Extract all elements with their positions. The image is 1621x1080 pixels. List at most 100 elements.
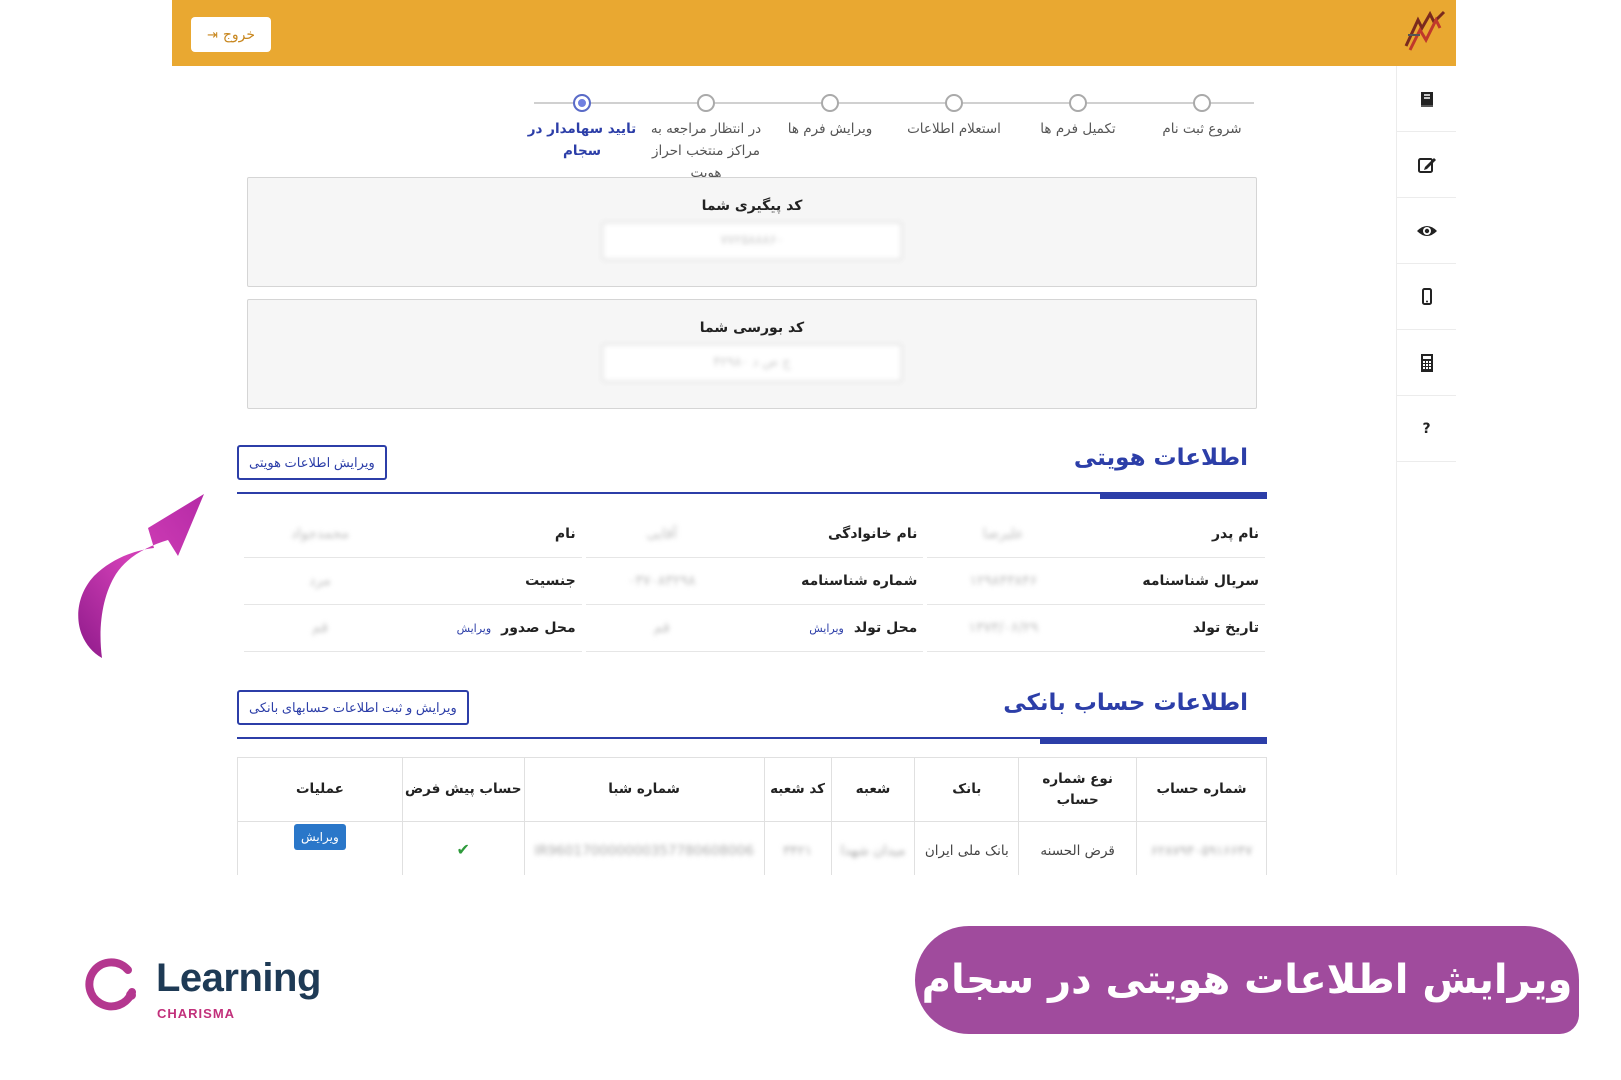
field-label-text: تاریخ تولد xyxy=(1192,620,1260,636)
identity-cell: محل تولد ویرایش قم xyxy=(585,605,924,652)
column-header: عملیات xyxy=(237,757,403,822)
field-label-text: جنسیت xyxy=(525,573,576,589)
rail-item-mobile[interactable] xyxy=(1397,264,1456,330)
sejam-screenshot: خروج ⇥ ? شروع ثبت نام تکمیل فرم ها استعل… xyxy=(172,0,1456,875)
identity-row: محل صدور ویرایش قم محل تولد ویرایش قم تاریخ … xyxy=(242,605,1267,652)
rail-item-help[interactable]: ? xyxy=(1397,396,1456,462)
field-label: محل صدور ویرایش xyxy=(457,620,576,636)
identity-cell: محل صدور ویرایش قم xyxy=(244,605,582,652)
account-number-cell: ۶۲۸۷۹۴۰۵۹۱۶۶۴۷ xyxy=(1136,821,1267,875)
edit-identity-button[interactable]: ویرایش اطلاعات هویتی xyxy=(237,445,387,480)
field-value: ۰۳۷۰۸۳۲۹۸ xyxy=(627,573,696,589)
account-type-cell: قرض الحسنه xyxy=(1018,821,1138,875)
sheba-cell: IR960170000000357780608006 xyxy=(523,821,765,875)
edit-issue-place-link[interactable]: ویرایش xyxy=(457,622,492,635)
tracking-code-title: کد پیگیری شما xyxy=(701,198,803,214)
field-value: مرد xyxy=(309,573,331,589)
field-label: نام خانوادگی xyxy=(828,526,917,542)
bank-divider-accent xyxy=(1040,737,1267,744)
banner-text: ویرایش اطلاعات هویتی در سجام xyxy=(921,957,1573,1003)
title-banner: ویرایش اطلاعات هویتی در سجام xyxy=(915,926,1579,1034)
step-dot xyxy=(573,94,591,112)
column-header: کد شعبه xyxy=(763,757,832,822)
field-label-text: نام پدر xyxy=(1211,526,1260,542)
edit-bank-accounts-button[interactable]: ویرایش و ثبت اطلاعات حسابهای بانکی xyxy=(237,690,469,725)
identity-cell: تاریخ تولد ۱۳۷۳/۰۶/۲۹ xyxy=(927,605,1266,652)
column-header: نوع شماره حساب xyxy=(1018,757,1138,822)
table-row: ۶۲۸۷۹۴۰۵۹۱۶۶۴۷ قرض الحسنه بانک ملی ایران… xyxy=(237,821,1267,875)
branch-cell: میدان شهدا xyxy=(830,821,916,875)
branch-code-cell: ۳۴۲۱ xyxy=(763,821,832,875)
rail-item-book[interactable] xyxy=(1397,66,1456,132)
step-label: تایید سهامدار در سجام xyxy=(527,121,637,159)
field-value: قم xyxy=(653,620,670,636)
step-label: استعلام اطلاعات xyxy=(907,121,1001,137)
column-header: حساب پیش فرض xyxy=(401,757,525,822)
rail-item-calculator[interactable] xyxy=(1397,330,1456,396)
step-dot xyxy=(1069,94,1087,112)
learning-charisma-logo: Learning CHARISMA xyxy=(82,950,352,1022)
field-label-text: شماره شناسنامه xyxy=(801,573,918,589)
exchange-code-value: ج ص د ۴۲۹۸۰ xyxy=(602,344,902,382)
step-4: ویرایش فرم ها xyxy=(768,94,892,140)
charisma-ring-icon xyxy=(85,958,136,1011)
identity-row: نام محمدجواد نام خانوادگی آقایی نام پدر علی… xyxy=(242,511,1267,558)
rail-item-edit[interactable] xyxy=(1397,132,1456,198)
eye-icon xyxy=(1416,225,1437,236)
step-dot xyxy=(945,94,963,112)
brand-name: Learning xyxy=(156,956,321,1000)
field-value: ۱۲۹۸۴۳۸۴۶ xyxy=(969,573,1038,589)
logout-button[interactable]: خروج ⇥ xyxy=(191,17,271,52)
identity-cell: نام خانوادگی آقایی xyxy=(585,511,924,558)
step-dot xyxy=(697,94,715,112)
exchange-code-box: کد بورسی شما ج ص د ۴۲۹۸۰ xyxy=(247,299,1257,409)
identity-divider-accent xyxy=(1100,492,1267,499)
step-2: تکمیل فرم ها xyxy=(1016,94,1140,140)
field-label-text: نام خانوادگی xyxy=(828,526,918,542)
identity-cell: شماره شناسنامه ۰۳۷۰۸۳۲۹۸ xyxy=(585,558,924,605)
table-header-row: شماره حساب نوع شماره حساب بانک شعبه کد ش… xyxy=(237,757,1267,822)
rail-item-view[interactable] xyxy=(1397,198,1456,264)
field-value: قم xyxy=(311,620,328,636)
default-account-cell: ✔ xyxy=(401,821,525,875)
edit-icon xyxy=(1417,157,1436,173)
field-value: آقایی xyxy=(646,526,677,542)
identity-row: جنسیت مرد شماره شناسنامه ۰۳۷۰۸۳۲۹۸ سریال ش… xyxy=(242,558,1267,605)
branch-name: میدان شهدا xyxy=(840,842,906,859)
bank-section-title: اطلاعات حساب بانکی xyxy=(1003,690,1248,716)
bank-accounts-table: شماره حساب نوع شماره حساب بانک شعبه کد ش… xyxy=(237,757,1267,875)
field-label: نام پدر xyxy=(1212,526,1259,542)
branch-code: ۳۴۲۱ xyxy=(783,842,813,859)
column-header: شماره شبا xyxy=(523,757,765,822)
question-icon: ? xyxy=(1422,420,1431,437)
field-value: علیرضا xyxy=(982,526,1024,542)
brand-sub: CHARISMA xyxy=(157,1006,236,1021)
field-value: محمدجواد xyxy=(291,526,349,542)
step-label: تکمیل فرم ها xyxy=(1040,121,1116,137)
step-dot xyxy=(821,94,839,112)
mobile-icon xyxy=(1421,287,1432,305)
field-label-text: نام xyxy=(554,526,576,542)
identity-section-title: اطلاعات هویتی xyxy=(1073,445,1248,471)
tracking-code-value: ۷۷۲۵۸۸۸۶۰ xyxy=(602,222,902,260)
edit-bank-row-button[interactable]: ویرایش xyxy=(294,823,346,850)
sheba-number: IR960170000000357780608006 xyxy=(534,842,754,859)
identity-grid: نام محمدجواد نام خانوادگی آقایی نام پدر علی… xyxy=(242,511,1267,652)
step-label: ویرایش فرم ها xyxy=(787,121,873,137)
step-dot xyxy=(1193,94,1211,112)
tracking-code-box: کد پیگیری شما ۷۷۲۵۸۸۸۶۰ xyxy=(247,177,1257,287)
side-icon-rail: ? xyxy=(1396,66,1456,875)
pointer-arrow-icon xyxy=(78,494,204,658)
top-bar: خروج ⇥ xyxy=(172,0,1456,66)
book-icon xyxy=(1420,91,1433,107)
field-label-text: محل صدور xyxy=(501,620,576,636)
step-label: در انتظار مراجعه به مراکز منتخب احراز هو… xyxy=(650,121,762,181)
sign-out-icon: ⇥ xyxy=(206,26,218,42)
bank-name-cell: بانک ملی ایران xyxy=(914,821,1020,875)
field-label: نام xyxy=(555,526,576,542)
field-label: شماره شناسنامه xyxy=(801,573,917,589)
identity-cell: سریال شناسنامه ۱۲۹۸۴۳۸۴۶ xyxy=(927,558,1266,605)
field-label-text: سریال شناسنامه xyxy=(1142,573,1260,589)
actions-cell: ویرایش xyxy=(237,821,403,875)
edit-birth-place-link[interactable]: ویرایش xyxy=(809,622,844,635)
